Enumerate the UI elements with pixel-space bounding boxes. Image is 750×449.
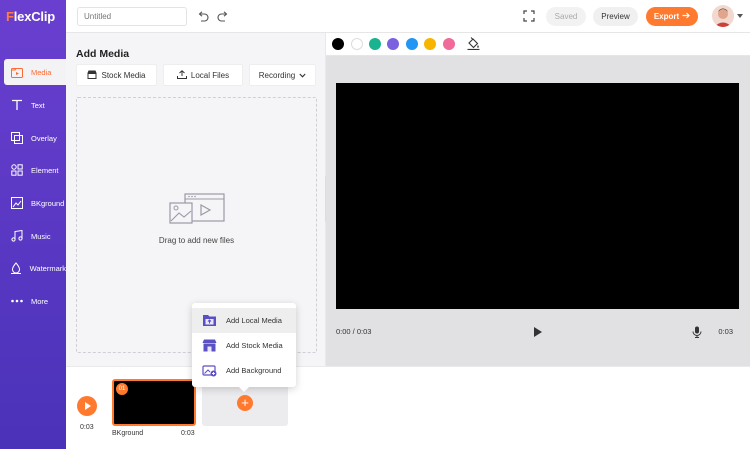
export-label: Export bbox=[653, 12, 680, 21]
saved-button: Saved bbox=[546, 7, 586, 26]
upload-icon bbox=[176, 69, 187, 81]
text-icon bbox=[9, 97, 25, 113]
sidebar-item-music[interactable]: Music bbox=[4, 223, 66, 249]
sidebar-item-element[interactable]: Element bbox=[4, 157, 66, 183]
local-files-button[interactable]: Local Files bbox=[163, 64, 243, 86]
avatar[interactable] bbox=[712, 5, 734, 27]
menu-item-add-background[interactable]: Add Background bbox=[192, 358, 296, 383]
timeline-clip[interactable]: 01 bbox=[112, 379, 196, 426]
store-icon bbox=[87, 70, 97, 81]
preview-stage: 0:00 / 0:03 0:03 bbox=[326, 56, 750, 366]
more-icon bbox=[9, 293, 25, 309]
color-toolbar bbox=[326, 33, 750, 56]
panel-title: Add Media bbox=[76, 48, 130, 60]
video-canvas[interactable] bbox=[336, 83, 739, 309]
background-icon bbox=[9, 195, 25, 211]
export-button[interactable]: Export bbox=[646, 7, 698, 26]
redo-icon[interactable] bbox=[216, 9, 230, 23]
top-bar: Saved Preview Export bbox=[66, 0, 750, 33]
sidebar-item-label: Music bbox=[31, 231, 51, 241]
sidebar-item-label: Element bbox=[31, 165, 59, 175]
timeline-play-button[interactable] bbox=[77, 396, 97, 416]
chevron-down-icon bbox=[299, 71, 306, 80]
recording-label: Recording bbox=[258, 70, 296, 80]
add-clip-button[interactable]: + bbox=[237, 395, 253, 411]
chevron-down-icon[interactable] bbox=[737, 14, 743, 18]
sidebar-item-label: Media bbox=[31, 67, 52, 77]
color-swatch[interactable] bbox=[406, 38, 418, 50]
project-title-input[interactable] bbox=[77, 7, 187, 26]
stock-media-button[interactable]: Stock Media bbox=[76, 64, 157, 86]
media-files-icon bbox=[168, 193, 226, 230]
stock-media-label: Stock Media bbox=[101, 70, 146, 80]
clip-number-badge: 01 bbox=[116, 383, 128, 395]
sidebar: FlexClip Media Text Overlay Element BKgr… bbox=[0, 0, 66, 449]
watermark-icon bbox=[9, 260, 24, 276]
overlay-icon bbox=[9, 130, 25, 146]
clip-duration: 0:03 bbox=[181, 430, 195, 437]
fullscreen-icon[interactable] bbox=[523, 9, 537, 23]
arrow-right-icon bbox=[682, 12, 691, 21]
color-swatch[interactable] bbox=[424, 38, 436, 50]
undo-icon[interactable] bbox=[196, 9, 210, 23]
timeline: 0:03 01 BKground 0:03 + bbox=[66, 366, 750, 449]
sidebar-item-bkground[interactable]: BKground bbox=[4, 190, 66, 216]
sidebar-item-label: More bbox=[31, 296, 49, 306]
local-media-icon bbox=[201, 314, 217, 328]
menu-item-add-local-media[interactable]: Add Local Media bbox=[192, 308, 296, 333]
sidebar-item-label: BKground bbox=[31, 198, 65, 208]
sidebar-item-text[interactable]: Text bbox=[4, 92, 66, 118]
color-swatch[interactable] bbox=[332, 38, 344, 50]
sidebar-item-watermark[interactable]: Watermark bbox=[4, 255, 66, 281]
player-controls: 0:00 / 0:03 0:03 bbox=[326, 318, 750, 344]
stock-media-icon bbox=[201, 339, 217, 353]
preview-button[interactable]: Preview bbox=[593, 7, 638, 26]
app-logo[interactable]: FlexClip bbox=[6, 9, 55, 24]
menu-item-label: Add Stock Media bbox=[226, 341, 283, 350]
color-swatch[interactable] bbox=[443, 38, 455, 50]
timeline-time: 0:03 bbox=[80, 424, 94, 431]
drop-hint-text: Drag to add new files bbox=[158, 236, 235, 245]
recording-dropdown[interactable]: Recording bbox=[249, 64, 316, 86]
paint-bucket-icon[interactable] bbox=[467, 37, 480, 55]
play-icon[interactable] bbox=[534, 327, 542, 337]
current-time: 0:00 / 0:03 bbox=[336, 327, 372, 336]
menu-item-add-stock-media[interactable]: Add Stock Media bbox=[192, 333, 296, 358]
sidebar-item-more[interactable]: More bbox=[4, 288, 66, 314]
sidebar-item-label: Watermark bbox=[29, 263, 66, 273]
element-icon bbox=[9, 162, 25, 178]
microphone-icon[interactable] bbox=[692, 325, 702, 338]
color-swatch[interactable] bbox=[351, 38, 363, 50]
sidebar-item-label: Overlay bbox=[31, 133, 57, 143]
sidebar-item-overlay[interactable]: Overlay bbox=[4, 125, 66, 151]
color-swatch[interactable] bbox=[369, 38, 381, 50]
menu-item-label: Add Background bbox=[226, 366, 282, 375]
local-files-label: Local Files bbox=[190, 70, 230, 80]
add-background-icon bbox=[201, 364, 217, 378]
add-media-menu: Add Local Media Add Stock Media Add Back… bbox=[192, 303, 296, 392]
total-duration: 0:03 bbox=[718, 327, 733, 336]
clip-name: BKground bbox=[112, 430, 144, 437]
sidebar-item-label: Text bbox=[31, 100, 45, 110]
color-swatch[interactable] bbox=[387, 38, 399, 50]
music-icon bbox=[9, 228, 25, 244]
menu-item-label: Add Local Media bbox=[226, 316, 282, 325]
sidebar-item-media[interactable]: Media bbox=[4, 59, 66, 85]
media-icon bbox=[9, 64, 25, 80]
